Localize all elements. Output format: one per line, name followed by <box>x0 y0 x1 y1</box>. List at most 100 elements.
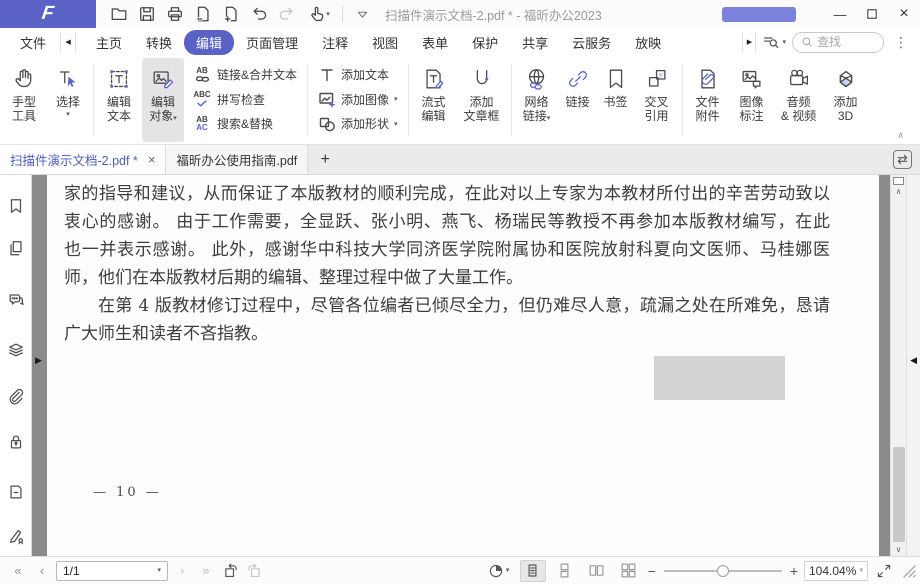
tab-view[interactable]: 视图 <box>360 30 410 55</box>
link-button[interactable]: 链接 <box>560 58 596 142</box>
select-button[interactable]: 选择 ▾ <box>47 58 89 142</box>
advanced-search-button[interactable]: ▾ <box>762 33 786 51</box>
add-page-button[interactable] <box>218 2 244 26</box>
menu-collapse-button[interactable]: ◀ <box>60 32 76 52</box>
tab-page-management[interactable]: 页面管理 <box>234 30 310 55</box>
right-panel-expand-button[interactable]: ◀ <box>910 355 917 366</box>
find-box[interactable] <box>792 32 884 53</box>
doc-tab-active[interactable]: 扫描件演示文档-2.pdf * × <box>0 145 166 174</box>
tab-form[interactable]: 表单 <box>410 30 460 55</box>
page-number-dropdown[interactable]: 1/1 ▾ <box>56 561 168 581</box>
zoom-slider[interactable] <box>664 570 782 572</box>
security-panel-icon[interactable] <box>7 433 25 451</box>
previous-page-button[interactable]: ‹ <box>32 563 52 578</box>
ribbon-collapse-button[interactable]: ∧ <box>897 130 904 141</box>
zoom-slider-thumb[interactable] <box>717 565 729 577</box>
last-page-button[interactable]: » <box>196 563 216 578</box>
redo-button[interactable] <box>274 2 300 26</box>
resize-grip[interactable] <box>902 564 916 578</box>
close-button[interactable]: × <box>888 0 920 28</box>
redacted-block <box>654 356 785 400</box>
zoom-out-button[interactable]: − <box>648 563 656 579</box>
continuous-layout-button[interactable] <box>552 560 578 582</box>
document-area[interactable]: 家的指导和建议，从而保证了本版教材的顺利完成，在此对以上专家为本教材所付出的辛苦… <box>32 175 920 556</box>
scroll-down-icon[interactable]: ∨ <box>891 545 906 554</box>
split-view-handle[interactable] <box>893 177 904 185</box>
main-area: 家的指导和建议，从而保证了本版教材的顺利完成，在此对以上专家为本教材所付出的辛苦… <box>0 175 920 556</box>
new-tab-button[interactable]: + <box>308 145 342 174</box>
window-controls: — × <box>824 0 920 28</box>
attachments-panel-icon[interactable] <box>7 387 25 405</box>
audio-video-button[interactable]: 音频 & 视频 <box>775 58 823 142</box>
first-page-button[interactable]: « <box>8 563 28 578</box>
page-minus-icon <box>194 5 212 23</box>
next-page-button[interactable]: › <box>172 563 192 578</box>
add-shape-button[interactable]: 添加形状 ▾ <box>313 113 403 134</box>
search-replace-icon: ABAC <box>192 116 212 132</box>
bookmark-button[interactable]: 书签 <box>598 58 634 142</box>
undo-button[interactable] <box>246 2 272 26</box>
menu-scroll-right-button[interactable]: ▶ <box>742 32 756 52</box>
minimize-button[interactable]: — <box>824 0 856 28</box>
tab-convert[interactable]: 转换 <box>134 30 184 55</box>
undo-icon <box>250 5 268 23</box>
find-input[interactable] <box>817 35 869 49</box>
close-tab-icon[interactable]: × <box>148 152 156 167</box>
edit-text-icon <box>106 66 132 92</box>
facing-continuous-layout-button[interactable] <box>616 560 642 582</box>
read-mode-button[interactable]: ▾ <box>484 561 514 581</box>
print-button[interactable] <box>162 2 188 26</box>
fullscreen-button[interactable] <box>874 561 894 581</box>
tab-home[interactable]: 主页 <box>84 30 134 55</box>
link-merge-text-button[interactable]: AB 链接&合并文本 <box>187 64 302 85</box>
add-article-box-button[interactable]: 添加 文章框 <box>457 58 507 142</box>
web-link-button[interactable]: 网络 链接▾ <box>516 58 558 142</box>
comments-panel-icon[interactable] <box>7 291 25 309</box>
touch-mode-button[interactable]: ▾ <box>302 2 336 26</box>
toolbar-expand-button[interactable] <box>349 2 375 26</box>
doc-tab-inactive[interactable]: 福昕办公使用指南.pdf <box>166 145 308 174</box>
single-page-layout-button[interactable] <box>520 560 546 582</box>
swap-view-button[interactable] <box>893 150 912 169</box>
layers-panel-icon[interactable] <box>7 341 25 359</box>
save-button[interactable] <box>134 2 160 26</box>
edit-object-button[interactable]: 编辑 对象▾ <box>142 58 184 142</box>
vertical-scrollbar[interactable]: ∧ ∨ <box>890 175 906 556</box>
destinations-panel-icon[interactable] <box>7 483 25 501</box>
maximize-button[interactable] <box>856 0 888 28</box>
add-text-button[interactable]: 添加文本 <box>313 64 403 85</box>
pdf-page[interactable]: 家的指导和建议，从而保证了本版教材的顺利完成，在此对以上专家为本教材所付出的辛苦… <box>47 175 879 556</box>
spell-check-button[interactable]: ABC 拼写检查 <box>187 89 302 110</box>
tab-share[interactable]: 共享 <box>510 30 560 55</box>
bookmarks-panel-icon[interactable] <box>7 197 25 215</box>
file-attachment-button[interactable]: 文件 附件 <box>687 58 729 142</box>
cross-reference-button[interactable]: 交叉 引用 <box>636 58 678 142</box>
pages-panel-icon[interactable] <box>7 239 25 257</box>
remove-page-button[interactable] <box>190 2 216 26</box>
tab-comment[interactable]: 注释 <box>310 30 360 55</box>
scrollbar-thumb[interactable] <box>893 447 905 542</box>
zoom-level-dropdown[interactable]: 104.04% ▾ <box>804 561 868 581</box>
image-annotation-button[interactable]: 图像 标注 <box>731 58 773 142</box>
tab-protect[interactable]: 保护 <box>460 30 510 55</box>
caret-down-icon: ▾ <box>859 567 863 574</box>
zoom-in-button[interactable]: + <box>790 563 798 579</box>
add-image-button[interactable]: 添加图像 ▾ <box>313 89 403 110</box>
rotate-right-button[interactable] <box>244 561 264 581</box>
hand-tool-button[interactable]: 手型 工具 <box>3 58 45 142</box>
add-3d-button[interactable]: 添加 3D <box>825 58 867 142</box>
rotate-left-button[interactable] <box>220 561 240 581</box>
tab-edit[interactable]: 编辑 <box>184 30 234 55</box>
left-panel-expand-button[interactable]: ▶ <box>35 355 42 366</box>
scroll-up-icon[interactable]: ∧ <box>891 187 906 196</box>
file-menu[interactable]: 文件 <box>0 30 60 55</box>
facing-layout-button[interactable] <box>584 560 610 582</box>
flow-edit-button[interactable]: 流式 编辑 <box>413 58 455 142</box>
signature-panel-icon[interactable] <box>7 527 25 545</box>
more-options-button[interactable]: ⋮ <box>890 34 912 51</box>
search-replace-button[interactable]: ABAC 搜索&替换 <box>187 113 302 134</box>
open-button[interactable] <box>106 2 132 26</box>
edit-text-button[interactable]: 编辑 文本 <box>98 58 140 142</box>
tab-slideshow[interactable]: 放映 <box>623 30 673 55</box>
tab-cloud[interactable]: 云服务 <box>560 30 623 55</box>
